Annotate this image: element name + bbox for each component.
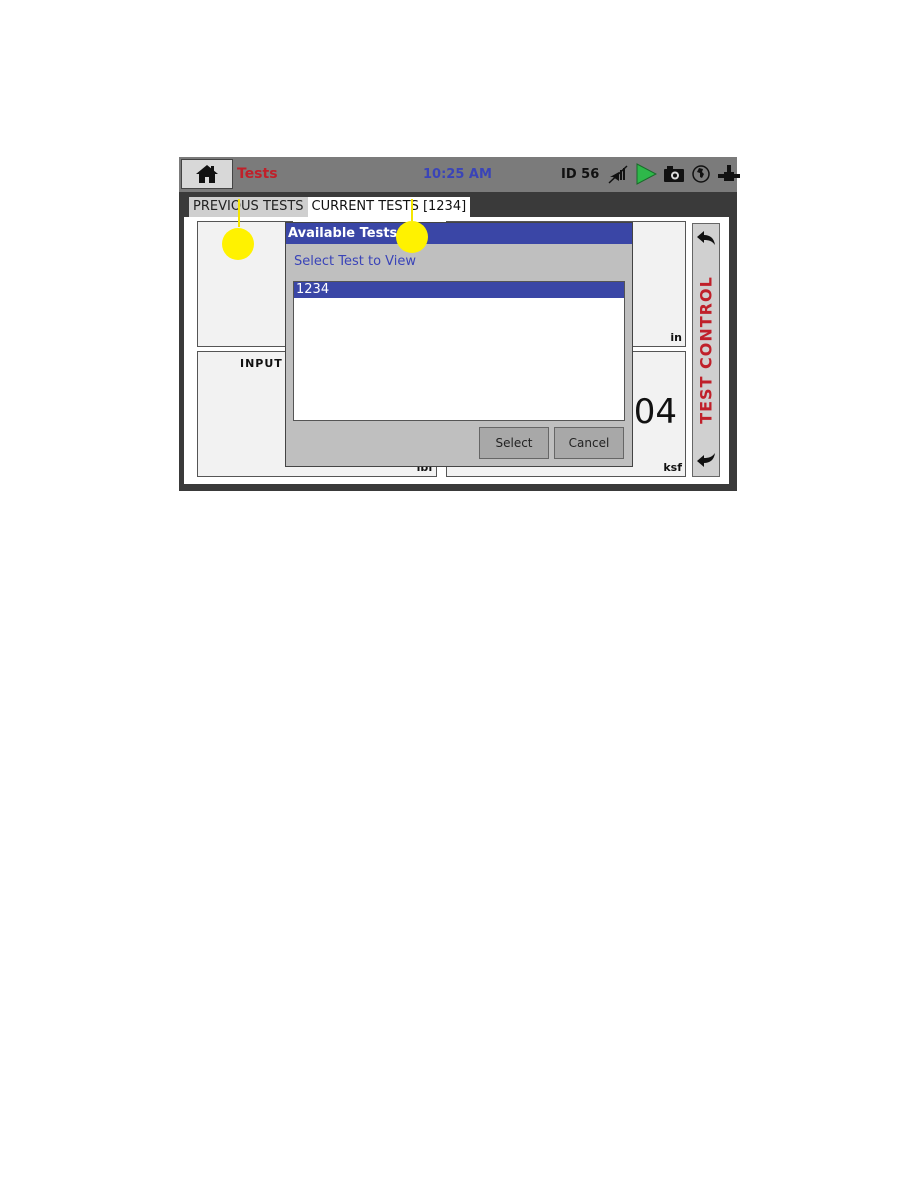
callout-marker [396, 221, 428, 253]
top-bar: Tests 10:25 AM ID 56 [179, 157, 740, 192]
tab-previous-tests[interactable]: PREVIOUS TESTS [189, 197, 308, 217]
home-icon [196, 165, 218, 183]
screen-title: Tests [237, 166, 278, 182]
value-display: 04 [633, 392, 677, 432]
cancel-button[interactable]: Cancel [554, 427, 624, 459]
test-list[interactable]: 1234 [293, 281, 625, 421]
dialog-title: Available Tests [286, 223, 632, 244]
available-tests-dialog: Available Tests Select Test to View 1234… [285, 222, 633, 467]
back-arrow-icon[interactable] [696, 230, 716, 248]
tab-current-tests[interactable]: CURRENT TESTS [1234] [307, 197, 471, 217]
globe-icon[interactable] [691, 164, 711, 184]
device-id: ID 56 [561, 167, 600, 182]
callout-line [411, 199, 413, 221]
list-item[interactable]: 1234 [294, 282, 624, 298]
home-button[interactable] [181, 159, 233, 189]
play-icon[interactable] [635, 163, 657, 185]
network-icon[interactable] [717, 164, 741, 184]
dialog-subtitle: Select Test to View [294, 254, 417, 269]
callout-line [238, 199, 240, 227]
status-icons [607, 163, 741, 185]
tab-bar: PREVIOUS TESTS CURRENT TESTS [1234] [189, 197, 471, 217]
mute-icon[interactable] [607, 164, 629, 184]
panel-label: INPUT [240, 357, 283, 370]
callout-marker [222, 228, 254, 260]
unit-label: ksf [663, 461, 682, 474]
unit-label: in [670, 331, 682, 344]
clock: 10:25 AM [423, 167, 492, 182]
forward-arrow-icon[interactable] [696, 450, 716, 468]
select-button[interactable]: Select [479, 427, 549, 459]
test-control-label: TEST CONTROL [696, 276, 716, 424]
camera-icon[interactable] [663, 165, 685, 183]
test-control-panel[interactable]: TEST CONTROL [692, 223, 720, 477]
